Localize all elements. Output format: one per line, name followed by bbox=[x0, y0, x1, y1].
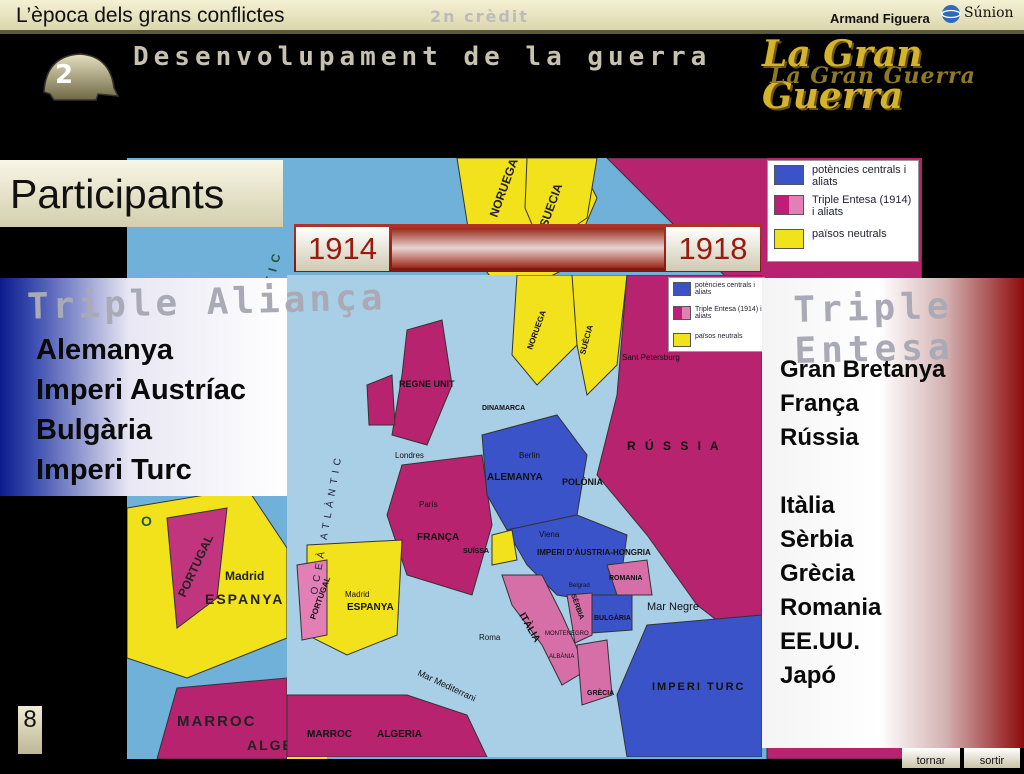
entesa-member: Grècia bbox=[780, 560, 855, 587]
legend-small-swatch-entente bbox=[673, 306, 691, 320]
legend-small-item-neutral: països neutrals bbox=[673, 333, 763, 347]
legend-label-neutral: països neutrals bbox=[812, 228, 887, 240]
map-label-polonia: POLÒNIA bbox=[562, 476, 604, 487]
map-legend-large: potències centrals i aliats Triple Entes… bbox=[767, 160, 919, 262]
entesa-member: Japó bbox=[780, 662, 837, 689]
unit-number: 2 bbox=[55, 60, 74, 90]
alianca-member: Alemanya bbox=[36, 334, 174, 366]
map-label-roma: Roma bbox=[479, 633, 501, 642]
legend-swatch-central bbox=[774, 165, 804, 185]
map-label-alemanya: ALEMANYA bbox=[487, 472, 543, 483]
exit-button[interactable]: sortir bbox=[964, 748, 1020, 768]
alianca-member: Imperi Turc bbox=[36, 454, 192, 486]
author-name: Armand Figuera bbox=[830, 11, 930, 26]
map-label-regne-unit: REGNE UNIT bbox=[399, 379, 455, 389]
legend-label-entente: Triple Entesa (1914) i aliats bbox=[812, 194, 912, 218]
page-number: 8 bbox=[23, 706, 37, 733]
map-label-austria: IMPERI D’ÀUSTRIA-HONGRIA bbox=[537, 548, 651, 557]
gran-guerra-logo-shadow: La Gran Guerra bbox=[770, 63, 976, 89]
entesa-member: EE.UU. bbox=[780, 628, 861, 655]
entesa-member: Sèrbia bbox=[780, 526, 854, 553]
back-button[interactable]: tornar bbox=[902, 748, 960, 768]
legend-label-central: potències centrals i aliats bbox=[812, 164, 907, 188]
entesa-member: Rússia bbox=[780, 424, 859, 451]
section-title: Desenvolupament de la guerra bbox=[133, 42, 712, 72]
legend-small-label-neutral: països neutrals bbox=[695, 333, 743, 340]
map-label-marroc-small: MARROC bbox=[307, 729, 352, 740]
map-label-mar-negre: Mar Negre bbox=[647, 601, 699, 613]
legend-swatch-entente bbox=[774, 195, 804, 215]
year-end-button[interactable]: 1918 bbox=[666, 227, 760, 271]
alianca-member: Imperi Austríac bbox=[36, 374, 247, 406]
map-label-viena: Viena bbox=[539, 530, 560, 539]
entesa-member: Romania bbox=[780, 594, 882, 621]
entesa-member: Itàlia bbox=[780, 492, 835, 519]
map-label-grecia: GRÈCIA bbox=[587, 688, 614, 697]
map-label-belgrad: Belgrad bbox=[569, 583, 590, 589]
legend-swatch-neutral bbox=[774, 229, 804, 249]
credit-label: 2n crèdit bbox=[430, 7, 529, 26]
map-label-franca: FRANÇA bbox=[417, 532, 459, 543]
map-label-algeria-small: ALGERIA bbox=[377, 729, 422, 740]
timeline-track bbox=[392, 228, 664, 268]
map-label-dinamarca: DINAMARCA bbox=[482, 405, 525, 412]
map-label-suissa: SUÏSSA bbox=[463, 547, 489, 555]
entesa-member: França bbox=[780, 390, 859, 417]
slide-title: Participants bbox=[10, 171, 225, 217]
map-label-marroc: MARROC bbox=[177, 713, 257, 730]
map-label-romania: ROMANIA bbox=[609, 575, 642, 582]
legend-small-swatch-neutral bbox=[673, 333, 691, 347]
map-label-ocean-letter: O bbox=[141, 513, 152, 529]
helmet-icon bbox=[43, 53, 120, 101]
map-label-madrid: Madrid bbox=[225, 569, 264, 583]
map-label-russia: R Ú S S I A bbox=[627, 438, 722, 453]
map-label-espanya-small: ESPANYA bbox=[347, 602, 394, 613]
legend-small-swatch-central bbox=[673, 282, 691, 296]
map-label-madrid-small: Madrid bbox=[345, 590, 369, 599]
map-label-montenegro: MONTENEGRO bbox=[545, 631, 589, 637]
legend-small-label-central: potències centrals i aliats bbox=[695, 282, 755, 297]
map-label-st-petersburg: Sant Petersburg bbox=[622, 353, 680, 362]
entesa-member: Gran Bretanya bbox=[780, 356, 946, 383]
legend-item-central: potències centrals i aliats bbox=[774, 164, 912, 188]
map-label-london: Londres bbox=[395, 451, 424, 460]
map-label-imperi-turc: IMPERI TURC bbox=[652, 681, 746, 693]
map-label-berlin: Berlín bbox=[519, 451, 540, 460]
map-label-albania: ALBÀNIA bbox=[549, 653, 574, 660]
legend-small-item-entente: Triple Entesa (1914) i aliats bbox=[673, 306, 763, 321]
map-label-bulgaria: BULGÀRIA bbox=[594, 613, 631, 622]
year-start-button[interactable]: 1914 bbox=[296, 227, 389, 271]
map-label-espanya: ESPANYA bbox=[205, 591, 284, 607]
map-label-paris: París bbox=[419, 500, 438, 509]
map-legend-small: potències centrals i aliats Triple Entes… bbox=[668, 277, 765, 352]
alianca-member: Bulgària bbox=[36, 414, 153, 446]
legend-small-item-central: potències centrals i aliats bbox=[673, 282, 763, 297]
legend-item-entente: Triple Entesa (1914) i aliats bbox=[774, 194, 912, 218]
legend-small-label-entente: Triple Entesa (1914) i aliats bbox=[695, 306, 762, 321]
course-title: L’època dels grans conflictes bbox=[16, 4, 285, 27]
brand-name: Súnion bbox=[964, 5, 1014, 21]
legend-item-neutral: països neutrals bbox=[774, 228, 912, 249]
